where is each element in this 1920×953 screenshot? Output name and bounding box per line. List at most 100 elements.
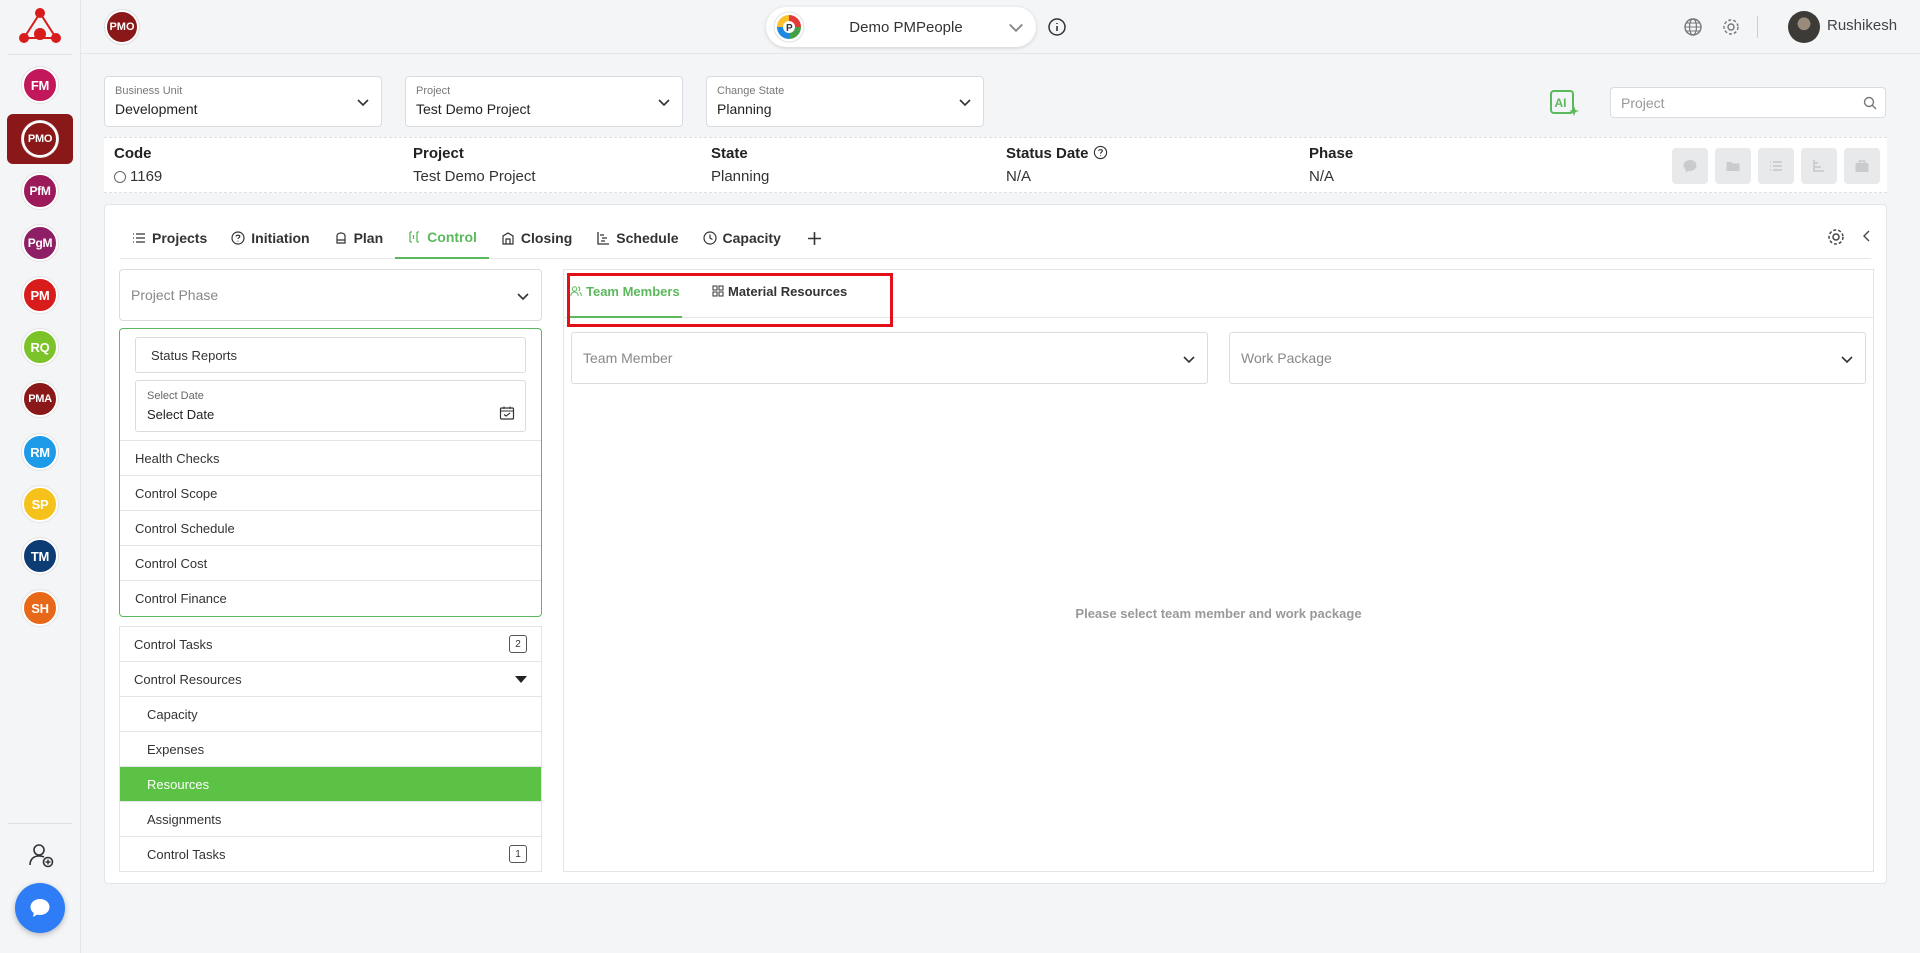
grid-icon [712,285,724,297]
change-state-caption: Change State [717,85,785,97]
tab-material-resources[interactable]: Material Resources [712,284,847,318]
submenu-resources[interactable]: Resources [120,767,541,802]
tab-closing-label: Closing [520,230,573,246]
empty-state-message: Please select team member and work packa… [1075,606,1362,621]
info-state-label: State [711,145,748,162]
info-status-date: Status Date N/A [1006,145,1108,185]
menu-control-scope[interactable]: Control Scope [120,475,541,510]
current-module-badge[interactable]: PMO [105,10,139,44]
closing-icon [502,232,514,245]
info-code-label: Code [114,145,152,162]
portfolio-button[interactable] [1844,148,1880,184]
chevron-down-icon [1841,356,1853,364]
tab-team-members[interactable]: Team Members [570,284,682,318]
hierarchy-button[interactable] [1801,148,1837,184]
chat-button[interactable] [15,883,65,933]
module-sp[interactable]: SP [22,486,58,522]
plan-icon [335,232,346,244]
submenu-control-tasks[interactable]: Control Tasks 1 [120,837,541,872]
comments-button[interactable] [1672,148,1708,184]
module-fm[interactable]: FM [22,67,58,103]
work-package-select[interactable]: Work Package [1229,332,1866,384]
module-pma[interactable]: PMA [22,381,58,417]
add-user-icon[interactable] [28,842,54,868]
module-rm[interactable]: RM [22,434,58,470]
tab-projects-label: Projects [152,230,208,246]
project-search-input[interactable] [1611,88,1841,117]
documents-button[interactable] [1715,148,1751,184]
info-code-value: 1169 [130,168,163,185]
project-phase-placeholder: Project Phase [131,287,219,303]
tab-plan[interactable]: Plan [322,217,396,259]
module-pm[interactable]: PM [22,277,58,313]
tab-schedule-label: Schedule [616,230,679,246]
tab-projects[interactable]: Projects [120,217,219,259]
settings-gear-icon[interactable] [1721,17,1741,37]
info-project: Project Test Demo Project [413,145,536,185]
calendar-icon[interactable] [499,405,515,421]
select-date-caption: Select Date [147,390,204,402]
add-tab-button[interactable] [793,217,836,259]
user-avatar[interactable] [1788,11,1820,43]
svg-text:AI: AI [1555,96,1567,110]
select-date-field[interactable]: Select Date Select Date [135,380,526,432]
project-select[interactable]: Project Test Demo Project [405,76,683,127]
menu-control-resources-label: Control Resources [134,672,242,687]
status-reports-field[interactable]: Status Reports [135,337,526,373]
menu-control-schedule[interactable]: Control Schedule [120,510,541,545]
help-icon[interactable] [1093,145,1108,160]
menu-health-checks[interactable]: Health Checks [120,440,541,475]
tab-plan-label: Plan [353,230,384,246]
select-date-value: Select Date [147,407,215,422]
tab-initiation[interactable]: Initiation [219,217,321,259]
workspace-selector[interactable]: P Demo PMPeople [766,7,1036,47]
module-sh[interactable]: SH [22,590,58,626]
menu-control-finance[interactable]: Control Finance [120,580,541,615]
hierarchy-icon [1813,160,1824,172]
chevron-left-icon[interactable] [1860,229,1874,243]
chevron-down-icon [658,99,670,107]
module-pfm[interactable]: PfM [22,173,58,209]
work-package-placeholder: Work Package [1241,350,1332,366]
info-status-date-label: Status Date [1006,145,1089,162]
rail-divider [8,54,72,55]
module-tm[interactable]: TM [22,538,58,574]
list-view-button[interactable] [1758,148,1794,184]
tab-closing[interactable]: Closing [489,217,584,259]
caret-down-icon[interactable] [515,676,527,683]
change-state-select[interactable]: Change State Planning [706,76,984,127]
tab-schedule[interactable]: Schedule [584,217,690,259]
svg-text:P: P [786,23,793,34]
project-phase-select[interactable]: Project Phase [119,269,542,321]
comment-icon [1683,160,1697,173]
submenu-assignments[interactable]: Assignments [120,802,541,837]
change-state-value: Planning [717,101,772,117]
tab-capacity[interactable]: Capacity [691,217,793,259]
business-unit-select[interactable]: Business Unit Development [104,76,382,127]
globe-icon[interactable] [1683,17,1703,37]
briefcase-icon [1855,160,1869,172]
ai-assistant-icon[interactable]: AI [1548,86,1580,118]
submenu-expenses[interactable]: Expenses [120,732,541,767]
info-project-value: Test Demo Project [413,168,536,185]
search-icon[interactable] [1863,96,1877,110]
submenu-capacity[interactable]: Capacity [120,697,541,732]
menu-control-tasks[interactable]: Control Tasks 2 [120,627,541,662]
module-pmo[interactable]: PMO [22,121,58,157]
menu-control-cost[interactable]: Control Cost [120,545,541,580]
plus-icon [807,231,821,245]
menu-control-resources[interactable]: Control Resources [120,662,541,697]
team-member-select[interactable]: Team Member [571,332,1208,384]
user-name[interactable]: Rushikesh [1827,17,1897,34]
module-rq[interactable]: RQ [22,329,58,365]
info-icon[interactable] [1047,17,1067,37]
code-radio[interactable] [114,170,126,183]
app-logo-icon[interactable] [18,6,62,46]
project-value: Test Demo Project [416,101,531,117]
clock-icon [702,231,717,245]
info-phase-value: N/A [1309,168,1335,185]
project-search[interactable] [1610,87,1886,118]
settings-gear-icon[interactable] [1826,227,1846,247]
module-pgm[interactable]: PgM [22,225,58,261]
tab-control[interactable]: Control [395,217,489,259]
